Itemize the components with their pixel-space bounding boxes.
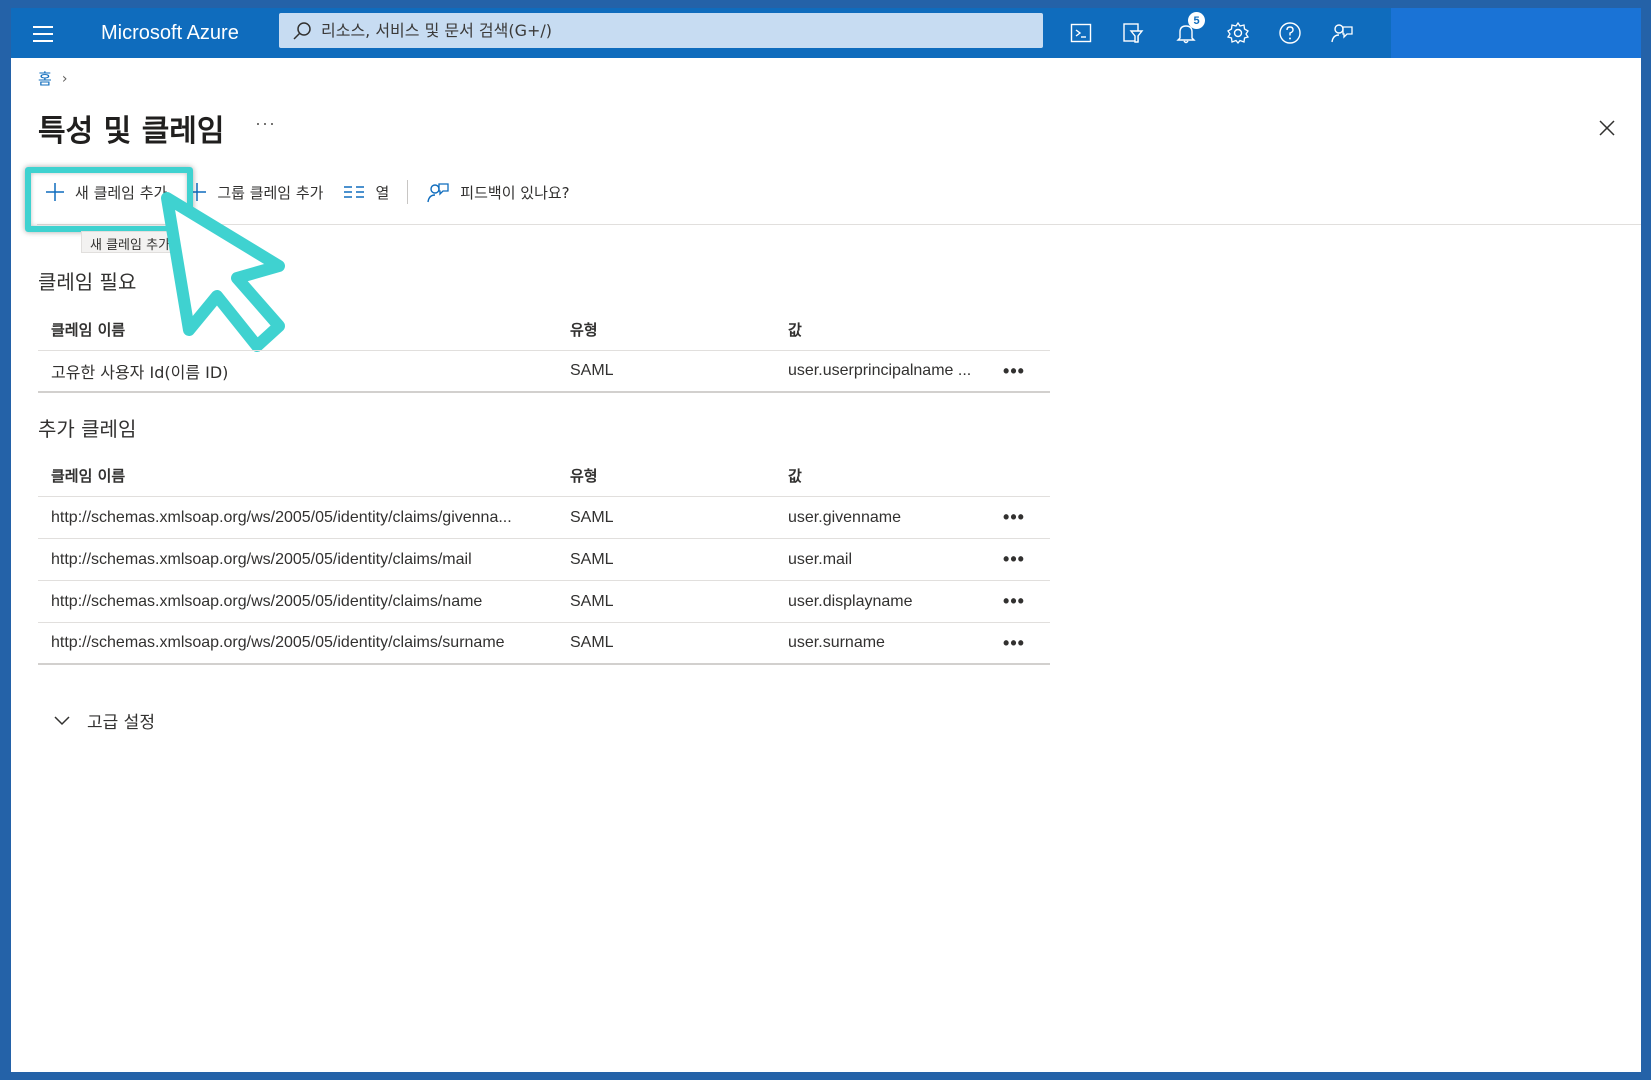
page-title: 특성 및 클레임 (38, 114, 225, 149)
menu-icon[interactable] (29, 22, 57, 44)
chevron-down-icon (54, 715, 70, 725)
table-header: 클레임 이름 유형 값 (38, 455, 1050, 497)
advanced-settings-toggle[interactable]: 고급 설정 (53, 708, 155, 733)
table-row[interactable]: http://schemas.xmlsoap.org/ws/2005/05/id… (38, 581, 1050, 623)
claim-type-cell: SAML (570, 362, 614, 379)
claim-type-cell: SAML (570, 592, 614, 610)
table-row[interactable]: http://schemas.xmlsoap.org/ws/2005/05/id… (38, 539, 1050, 581)
header-claim-name[interactable]: 클레임 이름 (38, 465, 570, 486)
breadcrumb-home-link[interactable]: 홈 (38, 68, 52, 89)
table-row[interactable]: http://schemas.xmlsoap.org/ws/2005/05/id… (38, 497, 1050, 539)
columns-label: 열 (375, 183, 390, 202)
header-type[interactable]: 유형 (570, 465, 788, 486)
required-claims-title: 클레임 필요 (38, 270, 137, 294)
header-value[interactable]: 값 (788, 465, 994, 486)
help-icon[interactable] (1275, 18, 1305, 48)
feedback-person-icon (427, 183, 449, 203)
search-box[interactable] (279, 13, 1043, 48)
required-claims-table: 클레임 이름 유형 값 고유한 사용자 Id(이름 ID) SAML user.… (38, 309, 1050, 393)
top-bar: Microsoft Azure 5 (11, 8, 1641, 58)
feedback-button[interactable]: 피드백이 있나요? (416, 172, 579, 212)
settings-icon[interactable] (1223, 18, 1253, 48)
header-type[interactable]: 유형 (570, 319, 788, 340)
claim-name-cell: http://schemas.xmlsoap.org/ws/2005/05/id… (51, 592, 483, 610)
brand-title[interactable]: Microsoft Azure (101, 22, 239, 45)
claim-name-cell: http://schemas.xmlsoap.org/ws/2005/05/id… (51, 550, 472, 568)
advanced-settings-label: 고급 설정 (87, 713, 155, 733)
claim-value-cell: user.givenname (788, 508, 901, 526)
claim-name-cell: 고유한 사용자 Id(이름 ID) (51, 363, 229, 382)
columns-button[interactable]: 열 (333, 172, 399, 212)
breadcrumb: 홈 › (38, 68, 67, 89)
additional-claims-title: 추가 클레임 (38, 417, 137, 441)
claim-value-cell: user.userprincipalname ... (788, 362, 972, 379)
row-more-button[interactable]: ••• (994, 361, 1034, 382)
row-more-button[interactable]: ••• (994, 591, 1034, 612)
close-icon[interactable] (1595, 116, 1619, 140)
command-separator (407, 180, 409, 204)
claim-type-cell: SAML (570, 550, 614, 568)
claim-type-cell: SAML (570, 634, 614, 651)
claim-value-cell: user.mail (788, 550, 853, 568)
claim-value-cell: user.surname (788, 634, 885, 651)
table-row[interactable]: 고유한 사용자 Id(이름 ID) SAML user.userprincipa… (38, 351, 1050, 393)
feedback-label: 피드백이 있나요? (460, 183, 570, 202)
header-claim-name[interactable]: 클레임 이름 (38, 319, 570, 340)
search-icon (293, 21, 311, 40)
row-more-button[interactable]: ••• (994, 549, 1034, 570)
additional-claims-table: 클레임 이름 유형 값 http://schemas.xmlsoap.org/w… (38, 455, 1050, 665)
claim-name-cell: http://schemas.xmlsoap.org/ws/2005/05/id… (51, 508, 512, 526)
row-more-button[interactable]: ••• (994, 633, 1034, 654)
row-more-button[interactable]: ••• (994, 507, 1034, 528)
portal-frame: Microsoft Azure 5 홈 › (11, 8, 1641, 1072)
claim-value-cell: user.displayname (788, 592, 913, 610)
header-value[interactable]: 값 (788, 319, 994, 340)
notification-badge: 5 (1188, 12, 1205, 29)
cloud-shell-icon[interactable] (1066, 18, 1096, 48)
claim-name-cell: http://schemas.xmlsoap.org/ws/2005/05/id… (51, 634, 505, 651)
claim-type-cell: SAML (570, 508, 614, 526)
table-header: 클레임 이름 유형 값 (38, 309, 1050, 351)
columns-icon (344, 186, 365, 198)
notifications-icon[interactable]: 5 (1171, 12, 1205, 48)
search-input[interactable] (313, 13, 1043, 48)
feedback-icon[interactable] (1327, 18, 1357, 48)
directory-filter-icon[interactable] (1118, 18, 1148, 48)
more-options-button[interactable]: ··· (255, 113, 276, 134)
topbar-account-area[interactable] (1391, 8, 1641, 58)
table-row[interactable]: http://schemas.xmlsoap.org/ws/2005/05/id… (38, 623, 1050, 665)
chevron-right-icon: › (61, 70, 68, 87)
